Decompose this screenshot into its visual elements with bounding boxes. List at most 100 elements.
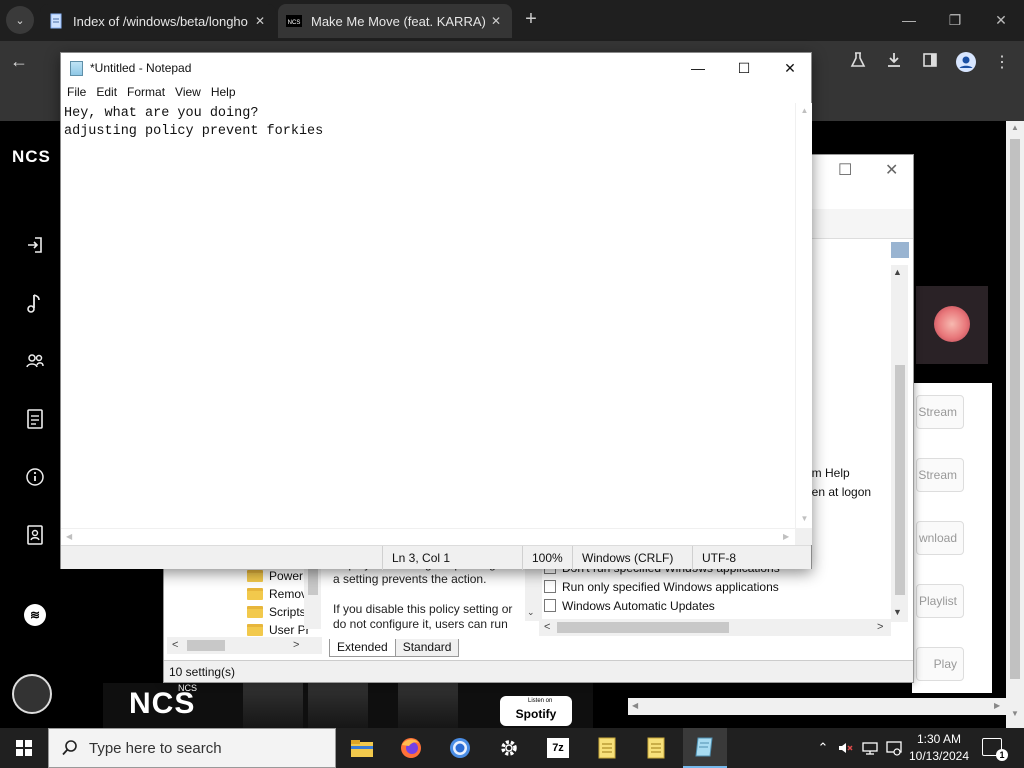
- notepad-taskbar-icon[interactable]: [585, 728, 629, 768]
- album-artwork[interactable]: [916, 286, 988, 364]
- scroll-right-icon[interactable]: ▶: [994, 701, 1000, 710]
- menu-help[interactable]: Help: [207, 83, 240, 103]
- page-scrollbar[interactable]: ▲ ▼: [1006, 121, 1024, 728]
- tab-close-icon[interactable]: ✕: [488, 14, 504, 28]
- keyboard-layout-icon[interactable]: [884, 728, 904, 768]
- spotify-icon[interactable]: ≋: [23, 603, 47, 627]
- scroll-right-icon[interactable]: >: [293, 639, 299, 651]
- policy-item[interactable]: Run only specified Windows applications: [544, 577, 779, 596]
- document-icon[interactable]: [23, 407, 47, 431]
- seven-zip-icon[interactable]: 7z: [536, 728, 580, 768]
- volume-muted-icon[interactable]: [836, 728, 856, 768]
- download-button[interactable]: wnload: [916, 521, 964, 555]
- side-panel-icon[interactable]: [918, 51, 942, 75]
- listen-on-spotify-button[interactable]: Listen on Spotify: [500, 696, 572, 726]
- start-button[interactable]: [0, 728, 48, 768]
- file-explorer-icon[interactable]: [340, 728, 384, 768]
- size-grip[interactable]: [795, 528, 812, 545]
- scroll-up-icon[interactable]: ▲: [1006, 123, 1024, 132]
- editor-horizontal-scrollbar[interactable]: ◀ ▶: [61, 528, 795, 545]
- browser-tab-ncs[interactable]: NCS Make Me Move (feat. KARRA) [ ✕: [278, 4, 512, 38]
- scrollbar-thumb[interactable]: [895, 365, 905, 595]
- contact-badge-icon[interactable]: [23, 523, 47, 547]
- scroll-right-icon[interactable]: >: [877, 621, 883, 633]
- scrollbar-thumb[interactable]: [557, 622, 729, 633]
- browser-menu-icon[interactable]: ⋮: [990, 51, 1014, 75]
- firefox-icon[interactable]: [389, 728, 433, 768]
- labs-flask-icon[interactable]: [846, 51, 870, 75]
- gpe-list-scrollbar[interactable]: ▲ ▼: [891, 265, 908, 622]
- gpe-close-icon[interactable]: ✕: [885, 160, 898, 180]
- tab-extended[interactable]: Extended: [329, 639, 396, 657]
- menu-format[interactable]: Format: [123, 83, 169, 103]
- notepad-taskbar-icon[interactable]: [634, 728, 678, 768]
- menu-file[interactable]: File: [63, 83, 90, 103]
- music-note-icon[interactable]: [23, 291, 47, 315]
- browser-minimize-button[interactable]: —: [894, 8, 924, 32]
- settings-gear-icon[interactable]: [487, 728, 531, 768]
- browser-tab-index[interactable]: Index of /windows/beta/longho ✕: [40, 4, 276, 38]
- back-arrow-icon[interactable]: ←: [10, 51, 28, 72]
- notification-center-icon[interactable]: 1: [982, 738, 1008, 761]
- download-icon[interactable]: [882, 51, 906, 75]
- player-control-icon[interactable]: [12, 674, 52, 714]
- scroll-up-icon[interactable]: ▲: [796, 106, 813, 115]
- policy-item[interactable]: Windows Automatic Updates: [544, 596, 715, 615]
- policy-list-hscrollbar[interactable]: < >: [539, 619, 891, 636]
- folder-icon: [247, 606, 263, 618]
- scrollbar-thumb[interactable]: [308, 567, 318, 595]
- notepad-window[interactable]: *Untitled - Notepad — ☐ ✕ File Edit Form…: [60, 52, 812, 570]
- tree-item[interactable]: Power: [247, 567, 303, 585]
- tab-standard[interactable]: Standard: [394, 639, 460, 657]
- chrome-icon[interactable]: [438, 728, 482, 768]
- stream-button[interactable]: Stream: [916, 458, 964, 492]
- editor-vertical-scrollbar[interactable]: ▲ ▼: [795, 103, 812, 528]
- scroll-down-icon[interactable]: ▼: [1006, 709, 1024, 718]
- login-icon[interactable]: [23, 233, 47, 257]
- gpe-maximize-icon[interactable]: ☐: [838, 160, 852, 180]
- taskbar-search-box[interactable]: Type here to search: [48, 728, 336, 768]
- text-editor-area[interactable]: Hey, what are you doing? adjusting polic…: [61, 103, 795, 528]
- scroll-right-icon[interactable]: ▶: [783, 532, 789, 541]
- scrollbar-thumb[interactable]: [1010, 139, 1020, 679]
- close-button[interactable]: ✕: [767, 53, 813, 83]
- artists-icon[interactable]: [23, 349, 47, 373]
- tree-item[interactable]: Scripts: [247, 603, 306, 621]
- spotify-listen-label: Listen on: [528, 698, 553, 704]
- scroll-down-icon[interactable]: ▼: [893, 607, 902, 617]
- tree-scrollbar[interactable]: [304, 565, 321, 629]
- scroll-left-icon[interactable]: ◀: [632, 701, 638, 710]
- notification-count: 1: [996, 749, 1008, 761]
- playlist-button[interactable]: Playlist: [916, 584, 964, 618]
- browser-restore-button[interactable]: ❐: [940, 8, 970, 32]
- tree-hscrollbar[interactable]: < >: [167, 637, 322, 654]
- scroll-left-icon[interactable]: ◀: [66, 532, 72, 541]
- new-tab-button[interactable]: +: [520, 8, 542, 30]
- horizontal-scrollbar[interactable]: ◀ ▶: [628, 698, 1006, 715]
- scroll-left-icon[interactable]: <: [544, 621, 550, 633]
- menu-view[interactable]: View: [171, 83, 205, 103]
- notepad-titlebar[interactable]: *Untitled - Notepad — ☐ ✕: [61, 53, 811, 83]
- scroll-down-icon[interactable]: ⌄: [527, 607, 535, 618]
- menu-edit[interactable]: Edit: [92, 83, 121, 103]
- system-clock[interactable]: 1:30 AM 10/13/2024: [905, 731, 973, 765]
- scrollbar-thumb[interactable]: [187, 640, 225, 651]
- tab-search-button[interactable]: ⌄: [6, 6, 34, 34]
- play-button[interactable]: Play: [916, 647, 964, 681]
- info-icon[interactable]: [23, 465, 47, 489]
- scroll-up-icon[interactable]: ▲: [893, 267, 902, 277]
- tree-item[interactable]: Remov: [247, 585, 307, 603]
- scroll-left-icon[interactable]: <: [172, 639, 178, 651]
- profile-avatar-icon[interactable]: [954, 51, 978, 75]
- minimize-button[interactable]: —: [675, 53, 721, 83]
- network-icon[interactable]: [860, 728, 880, 768]
- stream-button[interactable]: Stream: [916, 395, 964, 429]
- notepad-active-taskbar-icon[interactable]: [683, 728, 727, 768]
- maximize-button[interactable]: ☐: [721, 53, 767, 83]
- ncs-logo[interactable]: NCS: [12, 147, 51, 167]
- browser-close-button[interactable]: ✕: [986, 8, 1016, 32]
- description-scrollbar[interactable]: ⌄: [525, 561, 542, 621]
- tab-close-icon[interactable]: ✕: [252, 14, 268, 28]
- show-hidden-icons-chevron-icon[interactable]: ⌃: [812, 728, 834, 768]
- scroll-down-icon[interactable]: ▼: [796, 514, 813, 523]
